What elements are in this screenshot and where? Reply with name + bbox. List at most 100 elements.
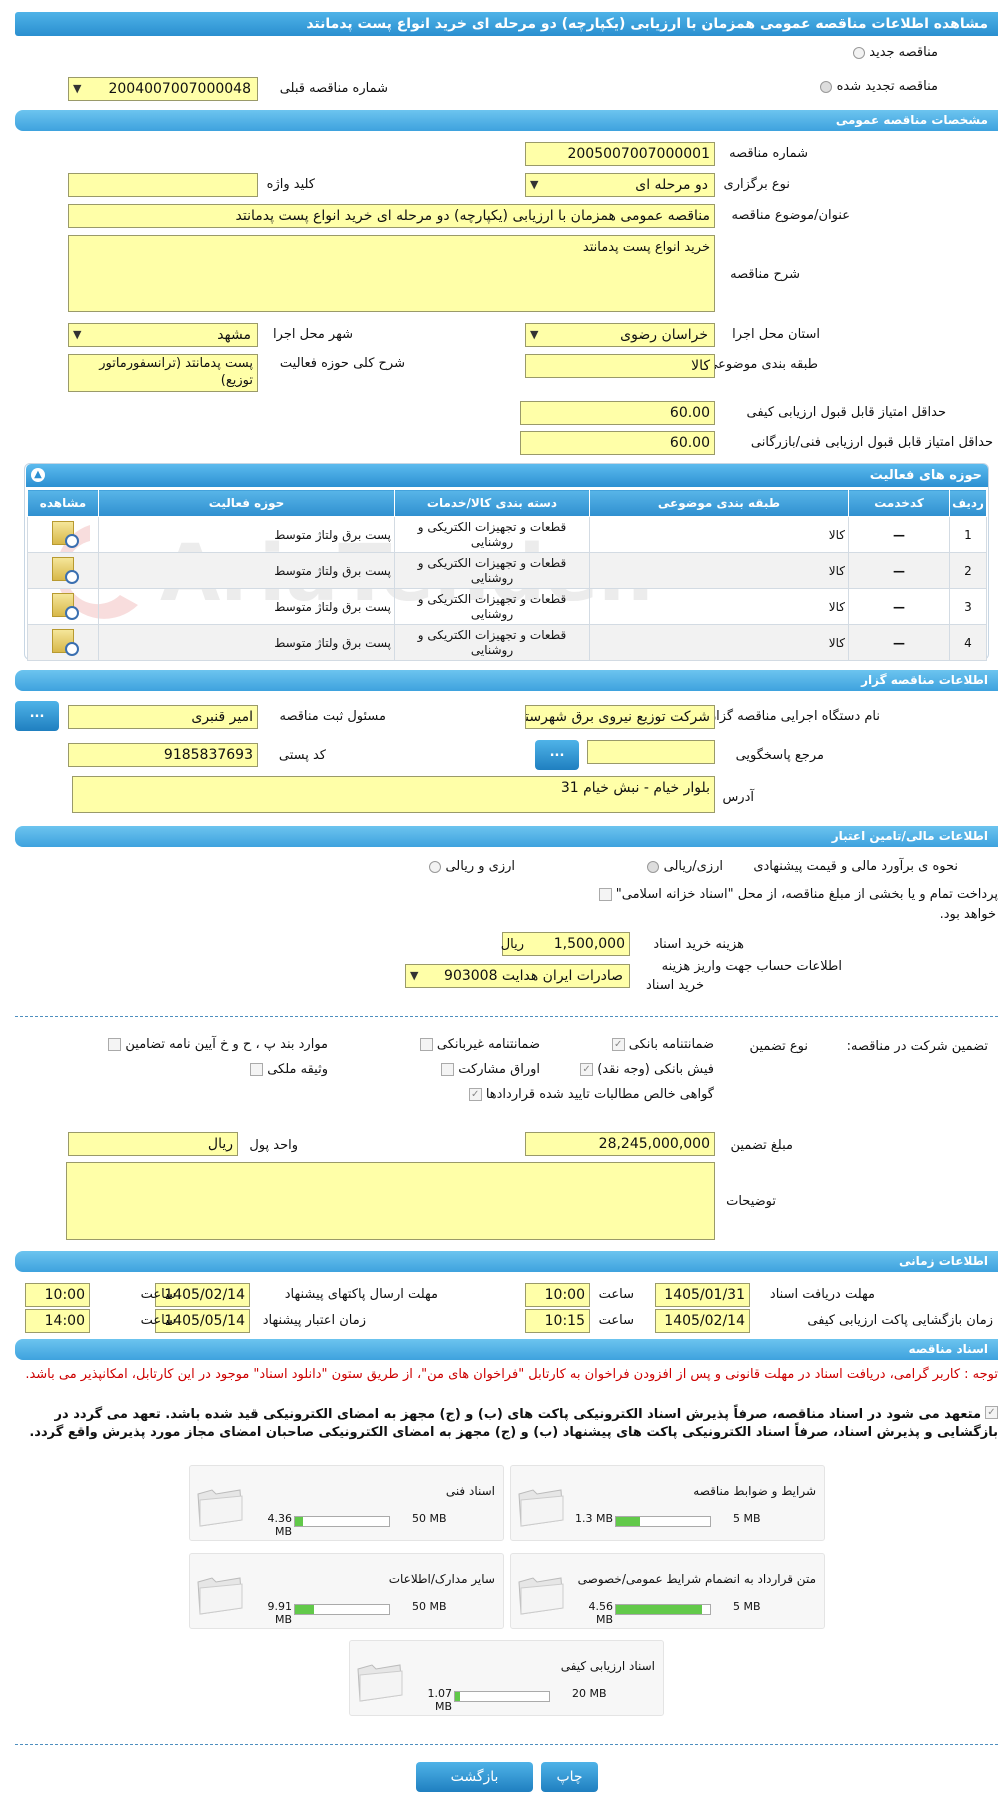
activities-table: ردیف کدخدمت طبقه بندی موضوعی دسته بندی ک… (27, 489, 987, 661)
activity-desc-label: شرح کلی حوزه فعالیت (279, 356, 405, 371)
tender-number-label: شماره مناقصه (729, 146, 808, 161)
file-card[interactable]: متن قرارداد به انضمام شرایط عمومی/خصوصی … (510, 1553, 825, 1629)
file-size: 1.07 MB (427, 1687, 453, 1713)
validity-time[interactable]: 14:00 (25, 1309, 90, 1333)
file-name: شرایط و ضوابط مناقصه (693, 1484, 816, 1498)
radio-circle[interactable] (853, 46, 866, 59)
receivables-label: گواهی خالص مطالبات تایید شده قراردادها (485, 1087, 714, 1102)
type-select[interactable]: دو مرحله ای ▼ (525, 173, 715, 197)
keyword-label: کلید واژه (266, 177, 315, 192)
back-button[interactable]: بازگشت (416, 1762, 533, 1792)
cell-code: — (848, 588, 950, 625)
view-document-icon[interactable] (52, 557, 79, 584)
treasury-checkbox[interactable] (598, 888, 612, 901)
nonbank-guarantee-checkbox[interactable] (419, 1038, 433, 1051)
open-time[interactable]: 10:15 (525, 1309, 590, 1333)
bank-receipt-checkbox[interactable]: ✓ (580, 1063, 594, 1076)
bank-guarantee-label: ضمانتنامه بانکی (628, 1037, 714, 1052)
file-card[interactable]: سایر مدارک/اطلاعات 9.91 MB 50 MB (189, 1553, 504, 1629)
view-cell[interactable] (27, 552, 99, 589)
open-date[interactable]: 1405/02/14 (655, 1309, 750, 1333)
view-cell[interactable] (27, 516, 99, 553)
new-tender-radio[interactable]: مناقصه جدید (853, 45, 938, 60)
file-name: سایر مدارک/اطلاعات (388, 1572, 495, 1586)
view-document-icon[interactable] (52, 629, 79, 656)
category-label: طبقه بندی موضوعی (707, 357, 818, 372)
print-button[interactable]: چاپ (541, 1762, 598, 1792)
activity-desc-field[interactable]: پست پدمانتد (ترانسفورماتور توزیع) (68, 354, 258, 392)
commitment-checkbox[interactable]: ✓ (985, 1406, 998, 1419)
cell-category: کالا (589, 516, 849, 553)
file-card[interactable]: اسناد ارزیابی کیفی 1.07 MB 20 MB (349, 1640, 664, 1716)
city-label: شهر محل اجرا (273, 327, 353, 342)
view-cell[interactable] (27, 624, 99, 661)
category-field[interactable]: کالا (525, 354, 715, 378)
chevron-down-icon: ▼ (410, 969, 419, 982)
file-card[interactable]: شرایط و ضوابط مناقصه 1.3 MB 5 MB (510, 1465, 825, 1541)
cell-code: — (848, 624, 950, 661)
doc-deadline-date[interactable]: 1405/01/31 (655, 1283, 750, 1307)
prev-number-value: 2004007007000048 (108, 81, 251, 97)
radio-circle[interactable] (647, 860, 660, 873)
send-deadline-time[interactable]: 10:00 (25, 1283, 90, 1307)
documents-notice: توجه : کاربر گرامی، دریافت اسناد در مهلت… (25, 1367, 998, 1382)
rial-option[interactable]: ارزی/ریالی (647, 859, 723, 874)
col-field: حوزه فعالیت (98, 489, 395, 517)
guarantee-amount-field[interactable]: 28,245,000,000 (525, 1132, 715, 1156)
time-word: ساعت (598, 1313, 634, 1328)
activities-title: حوزه های فعالیت (869, 468, 982, 483)
org-name-field[interactable]: شرکت توزیع نیروی برق شهرستان مشهد (525, 705, 715, 729)
cell-category: کالا (589, 552, 849, 589)
postal-code-field[interactable]: 9185837693 (68, 743, 258, 767)
doc-cost-label: هزینه خرید اسناد (653, 937, 744, 952)
view-cell[interactable] (27, 588, 99, 625)
subject-field[interactable]: مناقصه عمومی همزمان با ارزیابی (یکپارچه)… (68, 204, 715, 228)
account-select[interactable]: صادرات ایران هدایت 903008 ▼ (405, 964, 630, 988)
province-select[interactable]: خراسان رضوی ▼ (525, 323, 715, 347)
reference-more-button[interactable]: ... (535, 740, 579, 770)
chevron-down-icon: ▼ (530, 178, 539, 191)
fx-rial-option[interactable]: ارزی و ریالی (429, 859, 515, 874)
currency-field[interactable]: ریال (68, 1132, 238, 1156)
clauses-checkbox[interactable] (108, 1038, 122, 1051)
radio-circle[interactable] (820, 80, 833, 93)
prev-number-label: شماره مناقصه قبلی (279, 81, 388, 96)
col-row: ردیف (949, 489, 987, 517)
organizer-section-header: اطلاعات مناقصه گزار (15, 670, 998, 691)
min-tech-field[interactable]: 60.00 (520, 431, 715, 455)
city-select[interactable]: مشهد ▼ (68, 323, 258, 347)
prev-number-select[interactable]: 2004007007000048 ▼ (68, 77, 258, 101)
address-field[interactable]: بلوار خیام - نبش خیام 31 (72, 776, 715, 813)
col-category: طبقه بندی موضوعی (589, 489, 849, 517)
tender-number-field[interactable]: 2005007007000001 (525, 142, 715, 166)
send-deadline-label: مهلت ارسال پاکتهای پیشنهاد (284, 1287, 438, 1302)
radio-circle[interactable] (429, 860, 442, 873)
cell-row: 4 (949, 624, 987, 661)
validity-label: زمان اعتبار پیشنهاد (262, 1313, 366, 1328)
registrar-field[interactable]: امیر قنبری (68, 705, 258, 729)
bonds-checkbox[interactable] (441, 1063, 455, 1076)
min-quality-field[interactable]: 60.00 (520, 401, 715, 425)
view-document-icon[interactable] (52, 593, 79, 620)
view-document-icon[interactable] (52, 521, 79, 548)
doc-deadline-time[interactable]: 10:00 (525, 1283, 590, 1307)
receivables-checkbox[interactable]: ✓ (468, 1088, 482, 1101)
description-field[interactable]: خرید انواع پست پدمانتد (68, 235, 715, 312)
collapse-icon[interactable]: ▲ (31, 468, 45, 482)
city-value: مشهد (217, 327, 251, 343)
col-view: مشاهده (27, 489, 99, 517)
table-row: 2 — کالا قطعات و تجهیزات الکتریکی و روشن… (27, 552, 987, 589)
notes-field[interactable] (66, 1162, 715, 1240)
file-card[interactable]: اسناد فنی 4.36 MB 50 MB (189, 1465, 504, 1541)
bank-guarantee-checkbox[interactable]: ✓ (611, 1038, 625, 1051)
registrar-more-button[interactable]: ... (15, 701, 59, 731)
subject-label: عنوان/موضوع مناقصه (731, 208, 850, 223)
property-checkbox[interactable] (250, 1063, 264, 1076)
keyword-field[interactable] (68, 173, 258, 197)
folder-icon (518, 1577, 564, 1615)
file-progress-bar (294, 1604, 390, 1615)
cell-code: — (848, 516, 950, 553)
renewed-tender-radio[interactable]: مناقصه تجدید شده (820, 79, 938, 94)
clauses-label: موارد بند پ ، ح و خ آیین نامه تضامین (125, 1037, 328, 1052)
reference-field[interactable] (587, 740, 715, 764)
